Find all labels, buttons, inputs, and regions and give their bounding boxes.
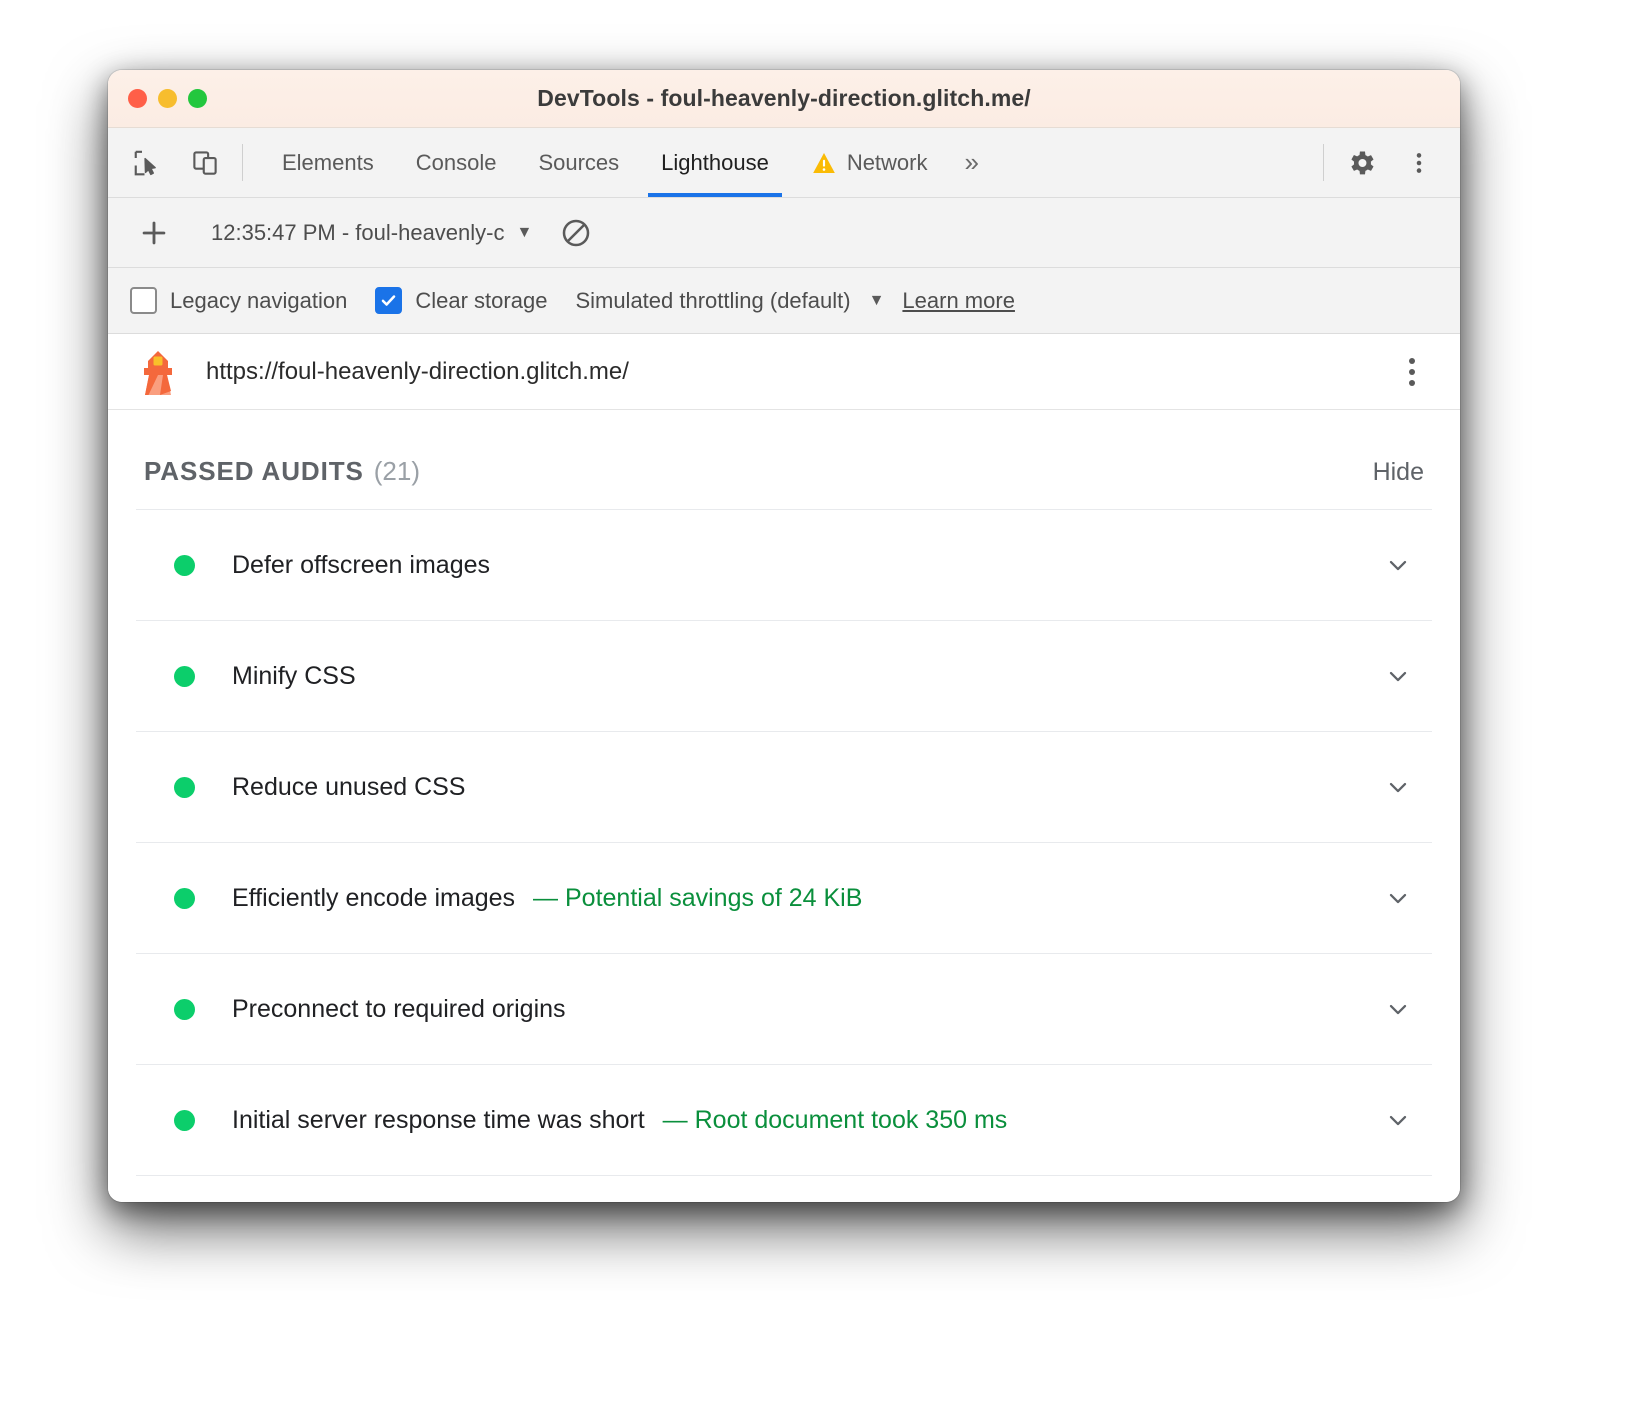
report-select[interactable]: 12:35:47 PM - foul-heavenly-c ▼ (211, 220, 532, 246)
kebab-dot (1409, 358, 1415, 364)
chevron-down-icon[interactable] (1378, 1106, 1418, 1134)
tabbar-right-tools (1315, 128, 1460, 197)
legacy-navigation-label: Legacy navigation (170, 288, 347, 314)
right-tools-divider (1323, 144, 1324, 181)
report-select-value: 12:35:47 PM - foul-heavenly-c (211, 220, 505, 246)
learn-more-link[interactable]: Learn more (902, 288, 1015, 314)
passed-audits-section: PASSED AUDITS (21) Hide Defer offscreen … (108, 410, 1460, 1176)
audit-title: Preconnect to required origins (232, 995, 566, 1024)
lighthouse-report: https://foul-heavenly-direction.glitch.m… (108, 334, 1460, 1202)
kebab-dot (1409, 380, 1415, 386)
toolbar-divider (242, 144, 243, 181)
audit-detail: — Root document took 350 ms (663, 1106, 1008, 1135)
chevron-down-icon[interactable] (1378, 551, 1418, 579)
passed-audits-count: (21) (374, 456, 420, 487)
audit-row[interactable]: Efficiently encode images — Potential sa… (136, 842, 1432, 953)
audit-row[interactable]: Reduce unused CSS (136, 731, 1432, 842)
tab-lighthouse[interactable]: Lighthouse (640, 128, 790, 197)
lighthouse-runbar: 12:35:47 PM - foul-heavenly-c ▼ (108, 198, 1460, 268)
report-options-kebab-menu-icon[interactable] (1390, 350, 1434, 394)
audit-title: Minify CSS (232, 662, 356, 691)
warning-icon (811, 150, 837, 176)
toggle-passed-audits-button[interactable]: Hide (1373, 458, 1424, 487)
pass-status-icon (174, 777, 195, 798)
throttling-select[interactable]: Simulated throttling (default) ▼ (575, 288, 884, 314)
passed-audits-title: PASSED AUDITS (144, 456, 364, 487)
audit-title: Efficiently encode images (232, 884, 515, 913)
tab-console-label: Console (416, 150, 497, 176)
more-tabs-button[interactable]: » (949, 128, 995, 197)
pass-status-icon (174, 555, 195, 576)
report-url-bar: https://foul-heavenly-direction.glitch.m… (108, 334, 1460, 410)
close-window-button[interactable] (128, 89, 147, 108)
lighthouse-options-bar: Legacy navigation Clear storage Simulate… (108, 268, 1460, 334)
report-url: https://foul-heavenly-direction.glitch.m… (206, 358, 629, 386)
pass-status-icon (174, 1110, 195, 1131)
clear-storage-checkbox-row[interactable]: Clear storage (375, 287, 547, 314)
new-report-button[interactable] (128, 207, 180, 259)
chevron-down-icon[interactable] (1378, 884, 1418, 912)
tab-network-label: Network (847, 150, 928, 176)
tab-elements[interactable]: Elements (261, 128, 395, 197)
pass-status-icon (174, 999, 195, 1020)
tab-sources[interactable]: Sources (517, 128, 640, 197)
tab-network[interactable]: Network (790, 128, 949, 197)
maximize-window-button[interactable] (188, 89, 207, 108)
audit-detail: — Potential savings of 24 KiB (533, 884, 862, 913)
audits-bottom-divider (136, 1175, 1432, 1176)
devtools-window: DevTools - foul-heavenly-direction.glitc… (108, 70, 1460, 1202)
chevron-down-icon: ▼ (517, 225, 533, 241)
audit-row[interactable]: Defer offscreen images (136, 509, 1432, 620)
tab-lighthouse-label: Lighthouse (661, 150, 769, 176)
minimize-window-button[interactable] (158, 89, 177, 108)
audit-row[interactable]: Preconnect to required origins (136, 953, 1432, 1064)
window-traffic-lights (128, 70, 207, 127)
audit-title: Initial server response time was short (232, 1106, 645, 1135)
legacy-navigation-checkbox-row[interactable]: Legacy navigation (130, 287, 347, 314)
tab-sources-label: Sources (538, 150, 619, 176)
clear-storage-label: Clear storage (415, 288, 547, 314)
pass-status-icon (174, 666, 195, 687)
pass-status-icon (174, 888, 195, 909)
window-titlebar: DevTools - foul-heavenly-direction.glitc… (108, 70, 1460, 128)
chevron-down-icon: ▼ (869, 293, 885, 309)
clear-all-icon[interactable] (560, 217, 592, 249)
audit-title: Reduce unused CSS (232, 773, 465, 802)
devtools-kebab-menu-icon[interactable] (1390, 128, 1448, 197)
screenshot-stage: DevTools - foul-heavenly-direction.glitc… (0, 0, 1644, 1408)
tab-elements-label: Elements (282, 150, 374, 176)
tab-console[interactable]: Console (395, 128, 518, 197)
audit-row[interactable]: Initial server response time was short —… (136, 1064, 1432, 1175)
legacy-navigation-checkbox[interactable] (130, 287, 157, 314)
gear-icon[interactable] (1332, 128, 1390, 197)
chevron-down-icon[interactable] (1378, 662, 1418, 690)
chevron-down-icon[interactable] (1378, 773, 1418, 801)
inspect-element-icon[interactable] (118, 128, 176, 197)
chevron-down-icon[interactable] (1378, 995, 1418, 1023)
passed-audits-header: PASSED AUDITS (21) Hide (136, 410, 1432, 509)
devtools-tabs: Elements Console Sources Lighthouse (261, 128, 995, 197)
clear-storage-checkbox[interactable] (375, 287, 402, 314)
devtools-tabbar: Elements Console Sources Lighthouse (108, 128, 1460, 198)
device-toolbar-icon[interactable] (176, 128, 234, 197)
kebab-dot (1409, 369, 1415, 375)
window-title: DevTools - foul-heavenly-direction.glitc… (108, 85, 1460, 112)
audit-row[interactable]: Minify CSS (136, 620, 1432, 731)
tabbar-spacer (995, 128, 1315, 197)
lighthouse-icon (136, 349, 180, 395)
audit-title: Defer offscreen images (232, 551, 490, 580)
throttling-value: Simulated throttling (default) (575, 288, 850, 314)
